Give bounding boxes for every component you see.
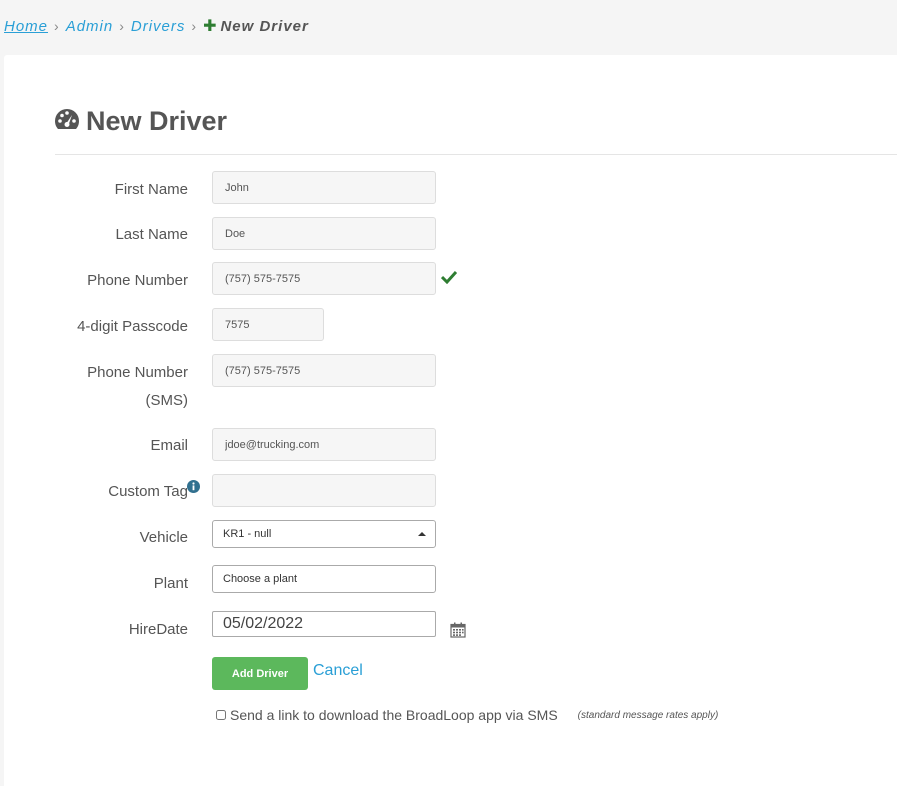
vehicle-label: Vehicle	[139, 529, 188, 546]
custom-tag-label: Custom Tag	[108, 483, 188, 500]
add-driver-button[interactable]: Add Driver	[212, 657, 308, 690]
title-divider	[55, 154, 897, 155]
last-name-input[interactable]	[212, 217, 436, 250]
phone-number-input[interactable]	[212, 262, 436, 295]
dashboard-icon	[54, 106, 86, 137]
page-title-text: New Driver	[86, 105, 228, 136]
hire-date-label: HireDate	[128, 621, 188, 638]
phone-sms-label: Phone Number (SMS)	[4, 359, 188, 415]
breadcrumb-home-link[interactable]: Home	[4, 18, 48, 35]
first-name-input[interactable]	[212, 171, 436, 204]
phone-number-label: Phone Number	[87, 272, 188, 289]
hire-date-input[interactable]: 05/02/2022	[212, 611, 436, 637]
first-name-label: First Name	[114, 181, 188, 198]
sms-rates-note: (standard message rates apply)	[577, 709, 719, 721]
phone-sms-input[interactable]	[212, 354, 436, 387]
passcode-label: 4-digit Passcode	[77, 318, 188, 335]
last-name-label: Last Name	[115, 226, 188, 243]
vehicle-select-value: KR1 - null	[223, 528, 272, 540]
breadcrumb-separator: ›	[119, 18, 125, 34]
email-label: Email	[150, 437, 188, 454]
caret-up-icon	[418, 532, 426, 536]
check-icon	[440, 270, 458, 289]
breadcrumb: Home › Admin › Drivers › ✚ New Driver	[4, 16, 309, 36]
calendar-icon[interactable]	[450, 622, 466, 643]
vehicle-select[interactable]: KR1 - null	[212, 520, 436, 548]
new-driver-card: New Driver First Name Last Name Phone Nu…	[4, 55, 897, 786]
cancel-link[interactable]: Cancel	[313, 662, 363, 680]
custom-tag-input[interactable]	[212, 474, 436, 507]
plant-select-value: Choose a plant	[223, 573, 297, 585]
plus-icon: ✚	[203, 18, 218, 35]
breadcrumb-drivers-link[interactable]: Drivers	[131, 18, 186, 35]
sms-link-checkbox[interactable]	[216, 710, 226, 720]
passcode-input[interactable]	[212, 308, 324, 341]
info-icon[interactable]	[187, 480, 200, 498]
phone-sms-label-line2: (SMS)	[145, 392, 189, 409]
plant-select[interactable]: Choose a plant	[212, 565, 436, 593]
breadcrumb-admin-link[interactable]: Admin	[66, 18, 114, 35]
sms-option: Send a link to download the BroadLoop ap…	[216, 707, 718, 723]
sms-option-label: Send a link to download the BroadLoop ap…	[230, 707, 558, 723]
breadcrumb-separator: ›	[54, 18, 60, 34]
phone-sms-label-line1: Phone Number	[87, 364, 188, 381]
breadcrumb-current: New Driver	[220, 17, 309, 35]
plant-label: Plant	[153, 575, 188, 592]
page-title: New Driver	[54, 103, 227, 139]
email-input[interactable]	[212, 428, 436, 461]
breadcrumb-separator: ›	[191, 18, 198, 34]
